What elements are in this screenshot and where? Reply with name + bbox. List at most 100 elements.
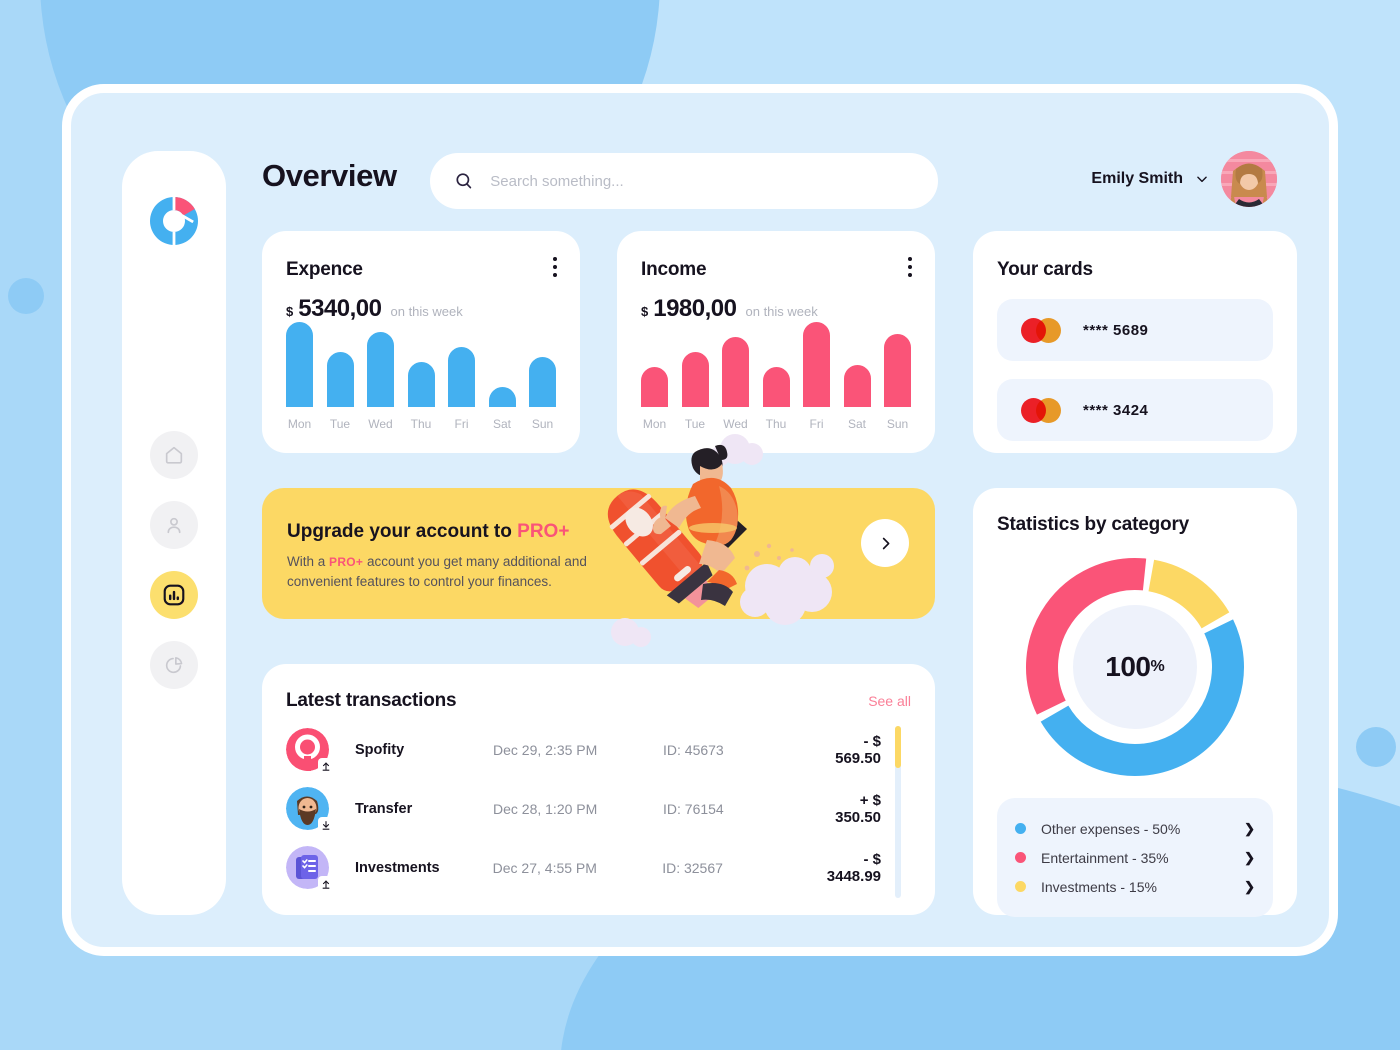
search-bar[interactable] [430, 153, 938, 209]
bar-column [641, 367, 668, 407]
bar-sun [529, 357, 556, 407]
bar-column [286, 322, 313, 407]
legend-color-dot [1015, 852, 1026, 863]
bar-column [488, 387, 516, 407]
income-menu-button[interactable] [908, 257, 913, 281]
mastercard-icon [1021, 397, 1061, 423]
bank-card-list: **** 5689 **** 3424 [997, 299, 1273, 441]
statistics-title: Statistics by category [997, 514, 1190, 535]
expence-chart-labels: Mon Tue Wed Thu Fri Sat Sun [286, 417, 556, 431]
chevron-right-icon [882, 537, 889, 549]
promo-next-button[interactable] [861, 519, 909, 567]
legend-item[interactable]: Investments - 15% ❯ [1015, 872, 1255, 901]
donut-center: 100 % [1073, 605, 1197, 729]
transaction-date: Dec 29, 2:35 PM [493, 741, 598, 758]
background-dot-left [8, 278, 44, 314]
see-all-link[interactable]: See all [868, 693, 911, 709]
chevron-right-icon[interactable]: ❯ [1244, 821, 1255, 837]
bar-sun [884, 334, 911, 407]
bar-column [326, 352, 354, 407]
promo-heading: Upgrade your account to PRO+ [287, 521, 569, 543]
bar-label-fri: Fri [454, 417, 469, 431]
legend-item[interactable]: Other expenses - 50% ❯ [1015, 814, 1255, 843]
promo-banner[interactable]: Upgrade your account to PRO+ With a PRO+… [262, 434, 935, 647]
person-icon [167, 517, 181, 534]
bar-sat [843, 365, 871, 407]
promo-body-prefix: With a [287, 554, 330, 569]
transaction-row[interactable]: Investments Dec 27, 4:55 PM ID: 32567- $ 3… [286, 838, 911, 897]
expence-menu-button[interactable] [553, 257, 558, 281]
transaction-avatar [286, 846, 333, 891]
donut-value: 100 [1105, 651, 1151, 682]
sidebar [122, 151, 226, 915]
transactions-header: Latest transactions See all [286, 690, 911, 712]
bar-label-sun: Sun [886, 417, 909, 431]
legend-color-dot [1015, 881, 1026, 892]
sidebar-item-statistics[interactable] [150, 571, 198, 619]
search-input[interactable] [490, 172, 914, 190]
legend-color-dot [1015, 823, 1026, 834]
background-dot-right [1356, 727, 1396, 767]
dashboard-window: Overview Emily Smith [62, 84, 1338, 956]
user-menu[interactable]: Emily Smith [1091, 151, 1277, 207]
promo-heading-text: Upgrade your account to [287, 521, 518, 542]
bar-sat [488, 387, 516, 407]
transaction-id: ID: 45673 [663, 741, 724, 758]
page-title: Overview [262, 158, 397, 193]
income-card: Income $ 1980,00 on this week Mon Tue Wed T… [617, 231, 935, 453]
transaction-avatar [286, 787, 333, 832]
legend-label: Investments - 15% [1041, 878, 1157, 895]
expence-title: Expence [286, 259, 363, 280]
income-chart [641, 312, 911, 407]
bar-column [762, 367, 790, 407]
bar-label-fri: Fri [809, 417, 824, 431]
bar-thu [762, 367, 790, 407]
mastercard-icon [1021, 317, 1061, 343]
bar-label-wed: Wed [723, 417, 748, 431]
statistics-card: Statistics by category 100 % Other expen… [973, 488, 1297, 917]
transaction-row[interactable]: Transfer Dec 28, 1:20 PM ID: 76154 + $ 350.… [286, 779, 911, 838]
bank-card-row[interactable]: **** 5689 [997, 299, 1273, 361]
user-name: Emily Smith [1091, 170, 1183, 187]
transaction-date: Dec 27, 4:55 PM [492, 859, 597, 876]
chevron-down-icon[interactable] [1195, 172, 1209, 186]
sidebar-nav [150, 431, 198, 689]
bar-tue [681, 352, 709, 407]
transaction-avatar [286, 728, 333, 773]
your-cards-title: Your cards [997, 259, 1093, 280]
pie-chart-icon [165, 657, 183, 674]
sidebar-item-home[interactable] [150, 431, 198, 479]
sidebar-item-profile[interactable] [150, 501, 198, 549]
sidebar-item-reports[interactable] [150, 641, 198, 689]
transactions-scrollbar[interactable] [895, 726, 901, 898]
bank-card-number: **** 5689 [1083, 321, 1149, 339]
transaction-row[interactable]: Spofity Dec 29, 2:35 PM ID: 45673- $ 569.5… [286, 720, 911, 779]
transactions-list: Spofity Dec 29, 2:35 PM ID: 45673- $ 569.5… [286, 720, 911, 898]
bar-fri [448, 347, 475, 407]
income-title: Income [641, 259, 707, 280]
search-icon [456, 173, 472, 189]
expence-card: Expence $ 5340,00 on this week Mon Tue Wed… [262, 231, 580, 453]
chevron-right-icon[interactable]: ❯ [1244, 879, 1255, 895]
transaction-direction-out-icon [318, 876, 333, 891]
transaction-date: Dec 28, 1:20 PM [493, 800, 598, 817]
your-cards-card: Your cards **** 5689 **** 3424 [973, 231, 1297, 453]
home-icon [165, 446, 183, 464]
bank-card-number: **** 3424 [1083, 401, 1149, 419]
chevron-right-icon[interactable]: ❯ [1244, 850, 1255, 866]
bar-column [803, 322, 830, 407]
bar-column [884, 334, 911, 407]
legend-item[interactable]: Entertainment - 35% ❯ [1015, 843, 1255, 872]
bar-label-thu: Thu [410, 417, 432, 431]
bar-wed [367, 332, 394, 407]
legend-label: Other expenses - 50% [1041, 820, 1181, 837]
bar-label-thu: Thu [765, 417, 787, 431]
bar-chart-icon [163, 584, 185, 606]
bank-card-row[interactable]: **** 3424 [997, 379, 1273, 441]
transactions-scrollbar-thumb[interactable] [895, 726, 901, 768]
bar-column [448, 347, 475, 407]
avatar[interactable] [1221, 151, 1277, 207]
bar-mon [286, 322, 313, 407]
bar-label-sun: Sun [531, 417, 554, 431]
donut-unit: % [1150, 658, 1165, 675]
